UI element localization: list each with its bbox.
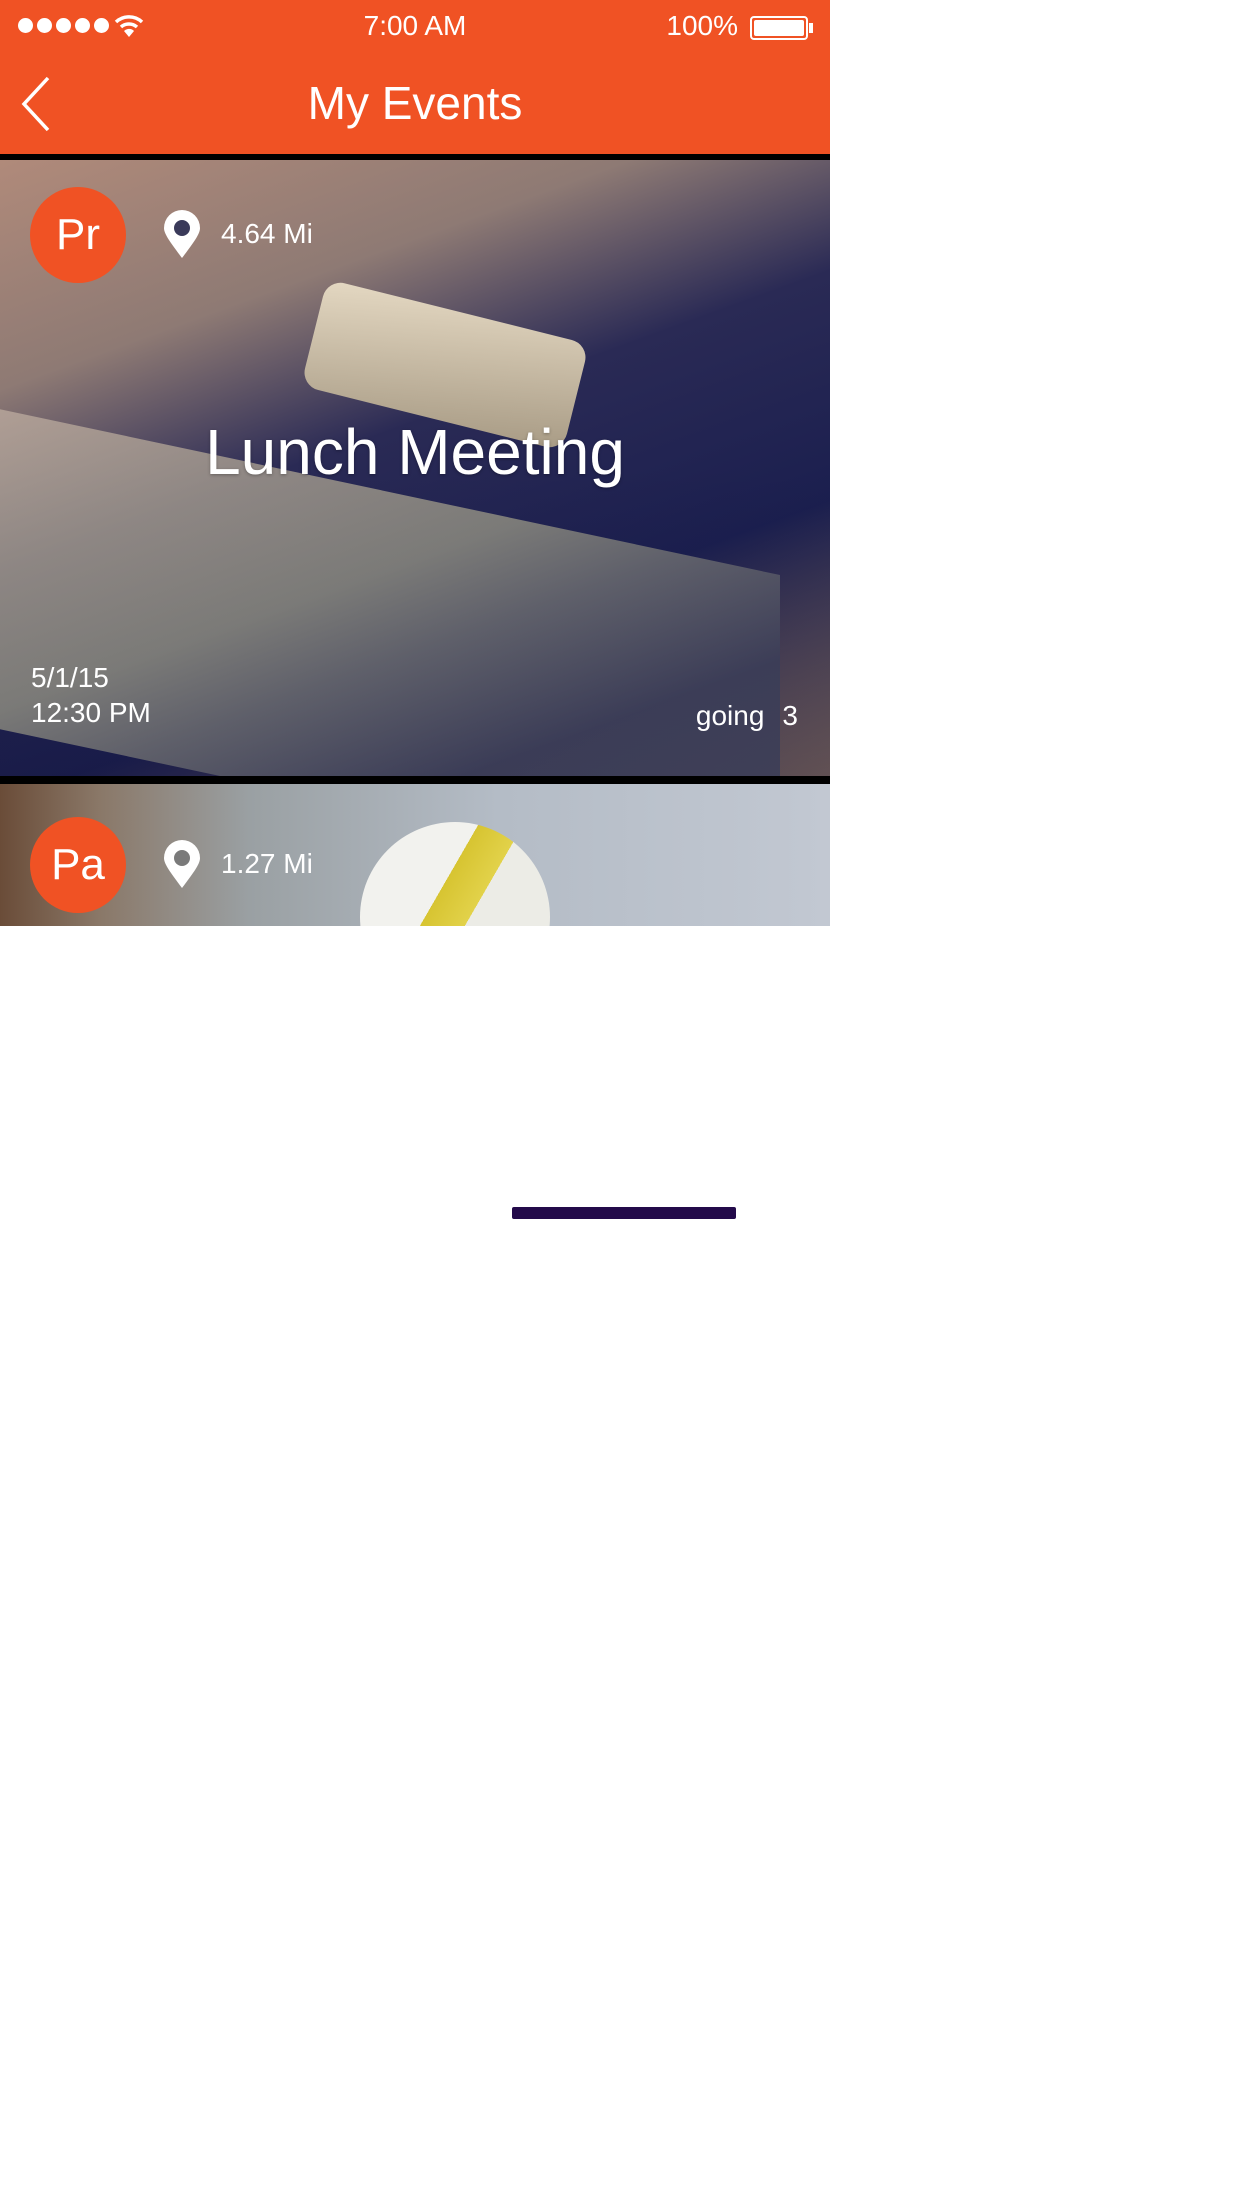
battery-percent: 100% [666, 10, 738, 41]
location-pin-icon [164, 210, 200, 258]
phone-screen: 7:00 AM 100% My Events Pr 4.64 Mi Lunch … [0, 0, 830, 926]
status-bar: 7:00 AM 100% [0, 0, 830, 54]
host-avatar[interactable]: Pa [30, 817, 126, 913]
event-time: 12:30 PM [31, 697, 151, 728]
event-distance: 1.27 Mi [221, 848, 313, 879]
going-count: going 3 [696, 700, 798, 732]
event-card[interactable]: Pr 4.64 Mi Lunch Meeting 5/1/15 12:30 PM… [0, 160, 830, 776]
host-avatar[interactable]: Pr [30, 187, 126, 283]
drag-handle[interactable] [512, 1207, 736, 1219]
location-pin-icon [164, 840, 200, 888]
event-card[interactable]: Pa 1.27 Mi [0, 784, 830, 926]
going-number: 3 [782, 700, 798, 731]
nav-bar: My Events [0, 54, 830, 154]
battery-icon [750, 16, 808, 40]
going-label: going [695, 700, 765, 731]
event-date: 5/1/15 [31, 662, 109, 693]
event-distance: 4.64 Mi [221, 218, 313, 249]
event-title: Lunch Meeting [205, 416, 625, 488]
page-title: My Events [307, 77, 523, 129]
